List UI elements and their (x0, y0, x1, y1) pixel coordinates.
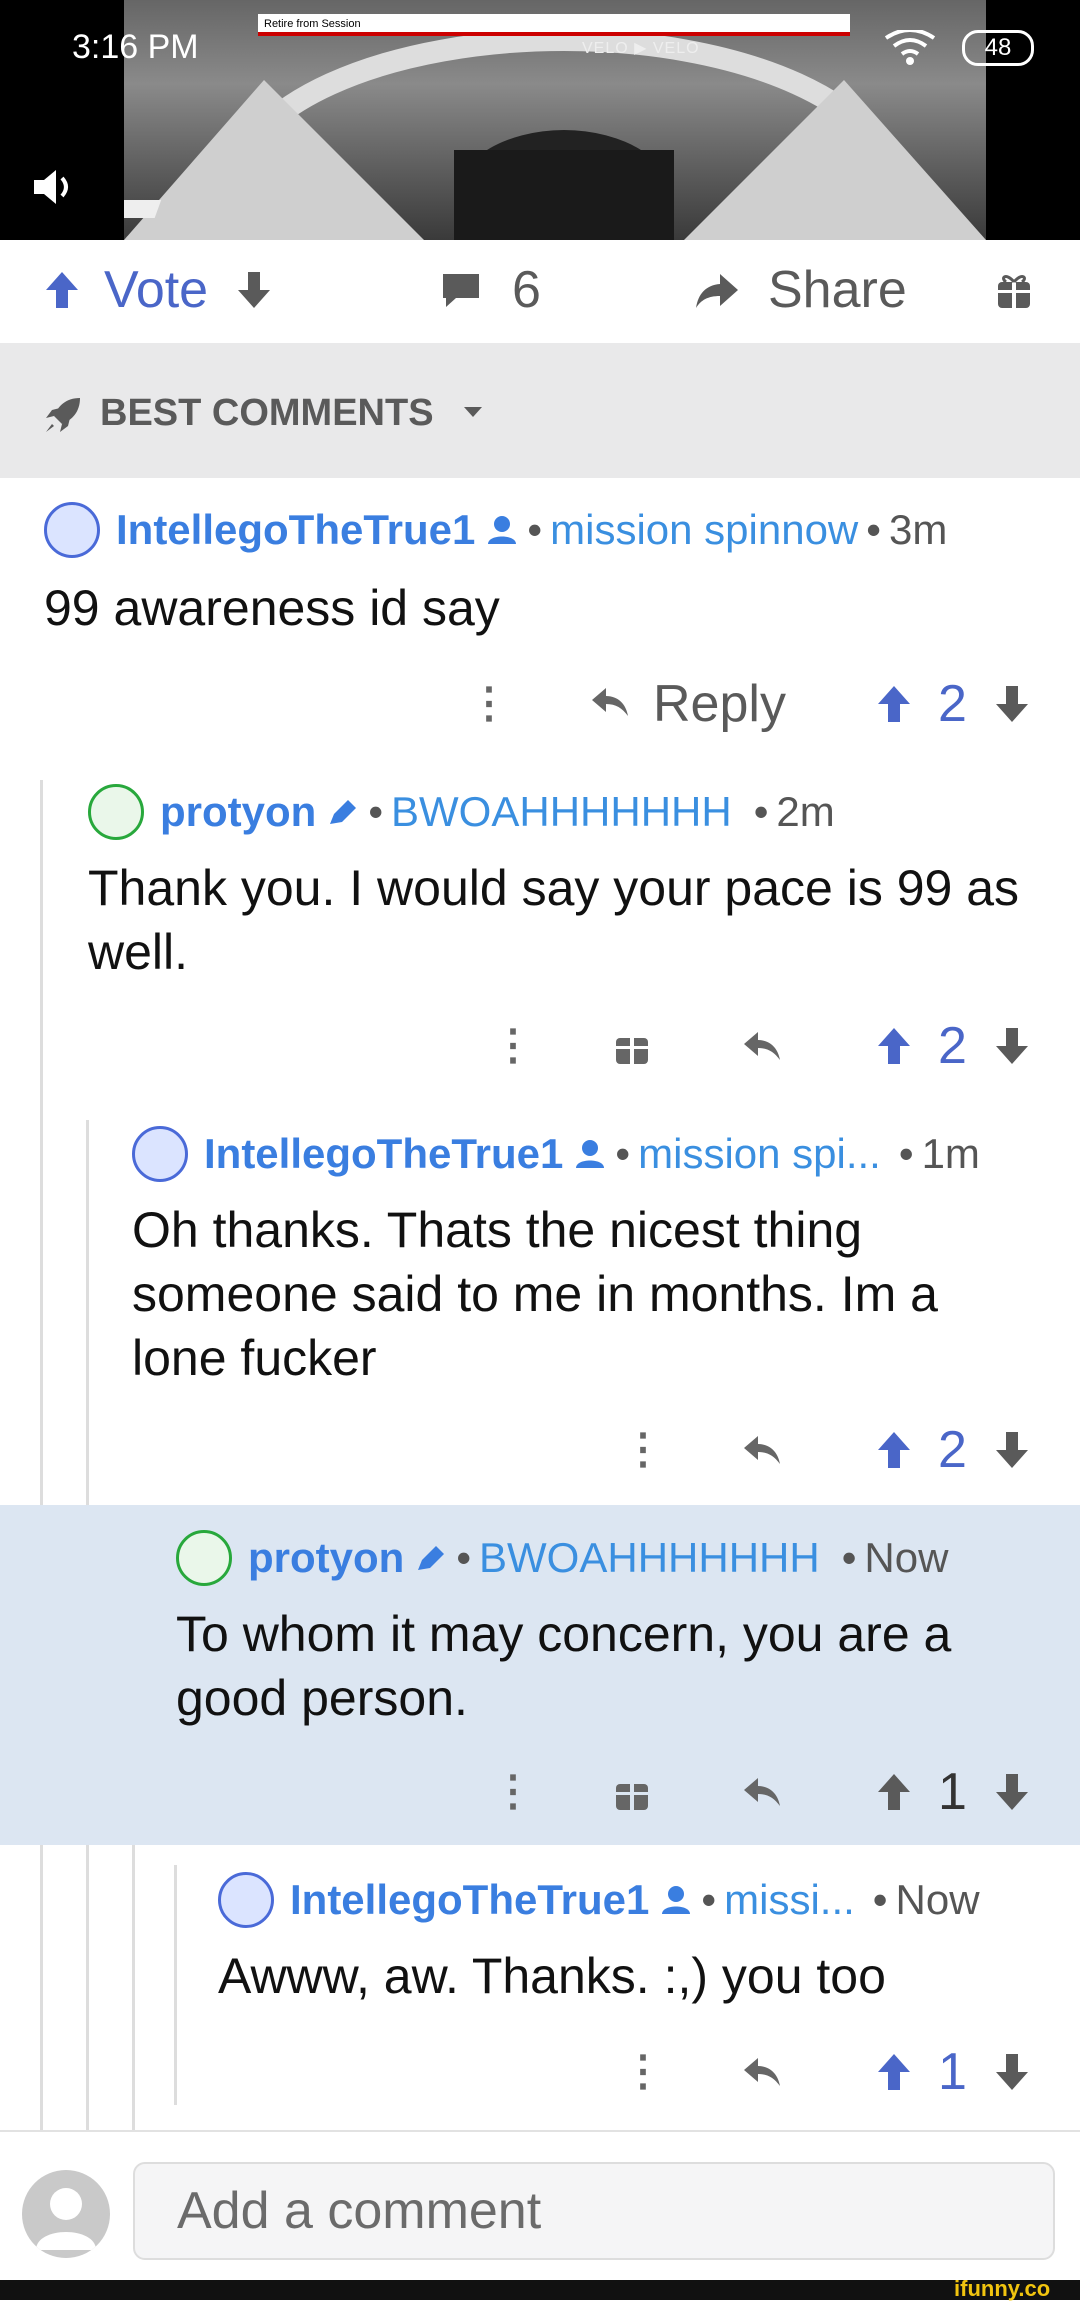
comments-button[interactable]: 6 (440, 245, 541, 335)
upvote-icon[interactable] (42, 268, 82, 312)
downvote-icon[interactable] (992, 1428, 1032, 1472)
downvote-icon[interactable] (992, 1024, 1032, 1068)
post-action-bar: Vote 6 Share (0, 245, 1080, 343)
more-options-icon[interactable]: ⋮ (468, 678, 510, 727)
gift-icon (998, 275, 1030, 308)
user-icon (488, 516, 517, 544)
username[interactable]: IntellegoTheTrue1 (116, 506, 475, 554)
avatar[interactable] (176, 1530, 232, 1586)
share-label: Share (768, 261, 907, 319)
comment-time: 1m (921, 1130, 980, 1177)
username[interactable]: protyon (248, 1534, 404, 1582)
comment-time: 2m (776, 788, 835, 835)
comment-count: 6 (512, 261, 541, 319)
vote-label: Vote (104, 261, 209, 319)
volume-icon[interactable] (28, 162, 78, 212)
gift-icon[interactable] (612, 1026, 652, 1066)
avatar[interactable] (88, 784, 144, 840)
comment-header: IntellegoTheTrue1 • mission spi... • 1m (132, 1126, 980, 1182)
comment-header: IntellegoTheTrue1 • mission spinnow • 3m (44, 502, 947, 558)
video-image (124, 29, 986, 240)
downvote-icon[interactable] (992, 2050, 1032, 2094)
comment-text: To whom it may concern, you are a good p… (176, 1606, 952, 1726)
reply-icon[interactable] (590, 684, 630, 720)
user-flair: mission spinnow (550, 506, 859, 553)
comment-text: Awww, aw. Thanks. :,) you too (218, 1948, 886, 2004)
user-icon (662, 1886, 691, 1914)
comment-header: protyon • BWOAHHHHHHH • Now (176, 1530, 948, 1586)
upvote-icon[interactable] (874, 2050, 914, 2094)
reply-button[interactable]: Reply (653, 674, 786, 734)
username[interactable]: IntellegoTheTrue1 (290, 1876, 649, 1924)
comment-text: Thank you. I would say your pace is 99 a… (88, 860, 1020, 980)
user-flair: BWOAHHHHHHH (391, 788, 732, 835)
upvote-icon[interactable] (874, 682, 914, 726)
wifi-icon (880, 28, 940, 73)
user-flair: BWOAHHHHHHH (479, 1534, 820, 1581)
comment-actions: ⋮ 1 (0, 1762, 1080, 1822)
rocket-icon (46, 398, 80, 432)
comment-score: 2 (938, 1017, 967, 1075)
comment-score: 1 (938, 2043, 967, 2101)
comment-text: Oh thanks. Thats the nicest thing someon… (132, 1202, 938, 1386)
downvote-icon[interactable] (992, 682, 1032, 726)
bottom-strip (0, 2280, 1080, 2300)
user-avatar[interactable] (22, 2170, 110, 2258)
upvote-icon[interactable] (874, 1024, 914, 1068)
chevron-down-icon[interactable] (462, 404, 484, 420)
vote-group: Vote (42, 245, 274, 335)
comment-score: 2 (938, 1421, 967, 1479)
avatar[interactable] (44, 502, 100, 558)
comment-score: 1 (938, 1763, 967, 1821)
comment-icon (443, 274, 479, 307)
video-overlay-text: VELO ▶ VELO (582, 40, 700, 57)
pencil-icon (418, 1546, 445, 1570)
comment-score: 2 (938, 675, 967, 733)
comment-actions: ⋮ Reply 2 (0, 674, 1080, 734)
best-comments-label: BEST COMMENTS (100, 392, 434, 434)
comment-time: 3m (888, 506, 948, 553)
upvote-icon[interactable] (874, 1428, 914, 1472)
comment-time: Now (864, 1534, 949, 1581)
upvote-icon[interactable] (874, 1770, 914, 1814)
comment-actions: ⋮ 2 (0, 1016, 1080, 1076)
avatar[interactable] (132, 1126, 188, 1182)
downvote-icon[interactable] (992, 1770, 1032, 1814)
user-flair: mission spi... (638, 1130, 881, 1177)
comment-actions: ⋮ 2 (0, 1420, 1080, 1480)
share-button[interactable]: Share (694, 245, 907, 335)
watermark: ifunny.co (954, 2276, 1051, 2301)
video-frame[interactable] (124, 0, 986, 240)
username[interactable]: protyon (160, 788, 316, 836)
gift-button[interactable] (994, 245, 1034, 335)
status-time: 3:16 PM (72, 28, 199, 66)
more-options-icon[interactable]: ⋮ (492, 1766, 534, 1815)
share-icon (696, 274, 738, 308)
more-options-icon[interactable]: ⋮ (492, 1020, 534, 1069)
username[interactable]: IntellegoTheTrue1 (204, 1130, 563, 1178)
comment-text: 99 awareness id say (44, 580, 500, 636)
comment-actions: ⋮ 1 (0, 2042, 1080, 2102)
comment-time: Now (895, 1876, 980, 1923)
reply-icon[interactable] (742, 1028, 782, 1064)
downvote-icon[interactable] (234, 268, 274, 312)
more-options-icon[interactable]: ⋮ (622, 1424, 664, 1473)
user-flair: missi... (724, 1876, 855, 1923)
gift-icon[interactable] (612, 1772, 652, 1812)
comment-header: IntellegoTheTrue1 • missi... • Now (218, 1872, 980, 1928)
avatar[interactable] (218, 1872, 274, 1928)
comment-header: protyon • BWOAHHHHHHH • 2m (88, 784, 835, 840)
reply-icon[interactable] (742, 2054, 782, 2090)
user-icon (576, 1140, 605, 1168)
reply-icon[interactable] (742, 1774, 782, 1810)
reply-icon[interactable] (742, 1432, 782, 1468)
pencil-icon (330, 800, 357, 824)
comment-input[interactable]: Add a comment (133, 2162, 1055, 2260)
video-banner: Retire from Session (258, 14, 850, 36)
more-options-icon[interactable]: ⋮ (622, 2046, 664, 2095)
battery-indicator: 48 (962, 30, 1034, 66)
